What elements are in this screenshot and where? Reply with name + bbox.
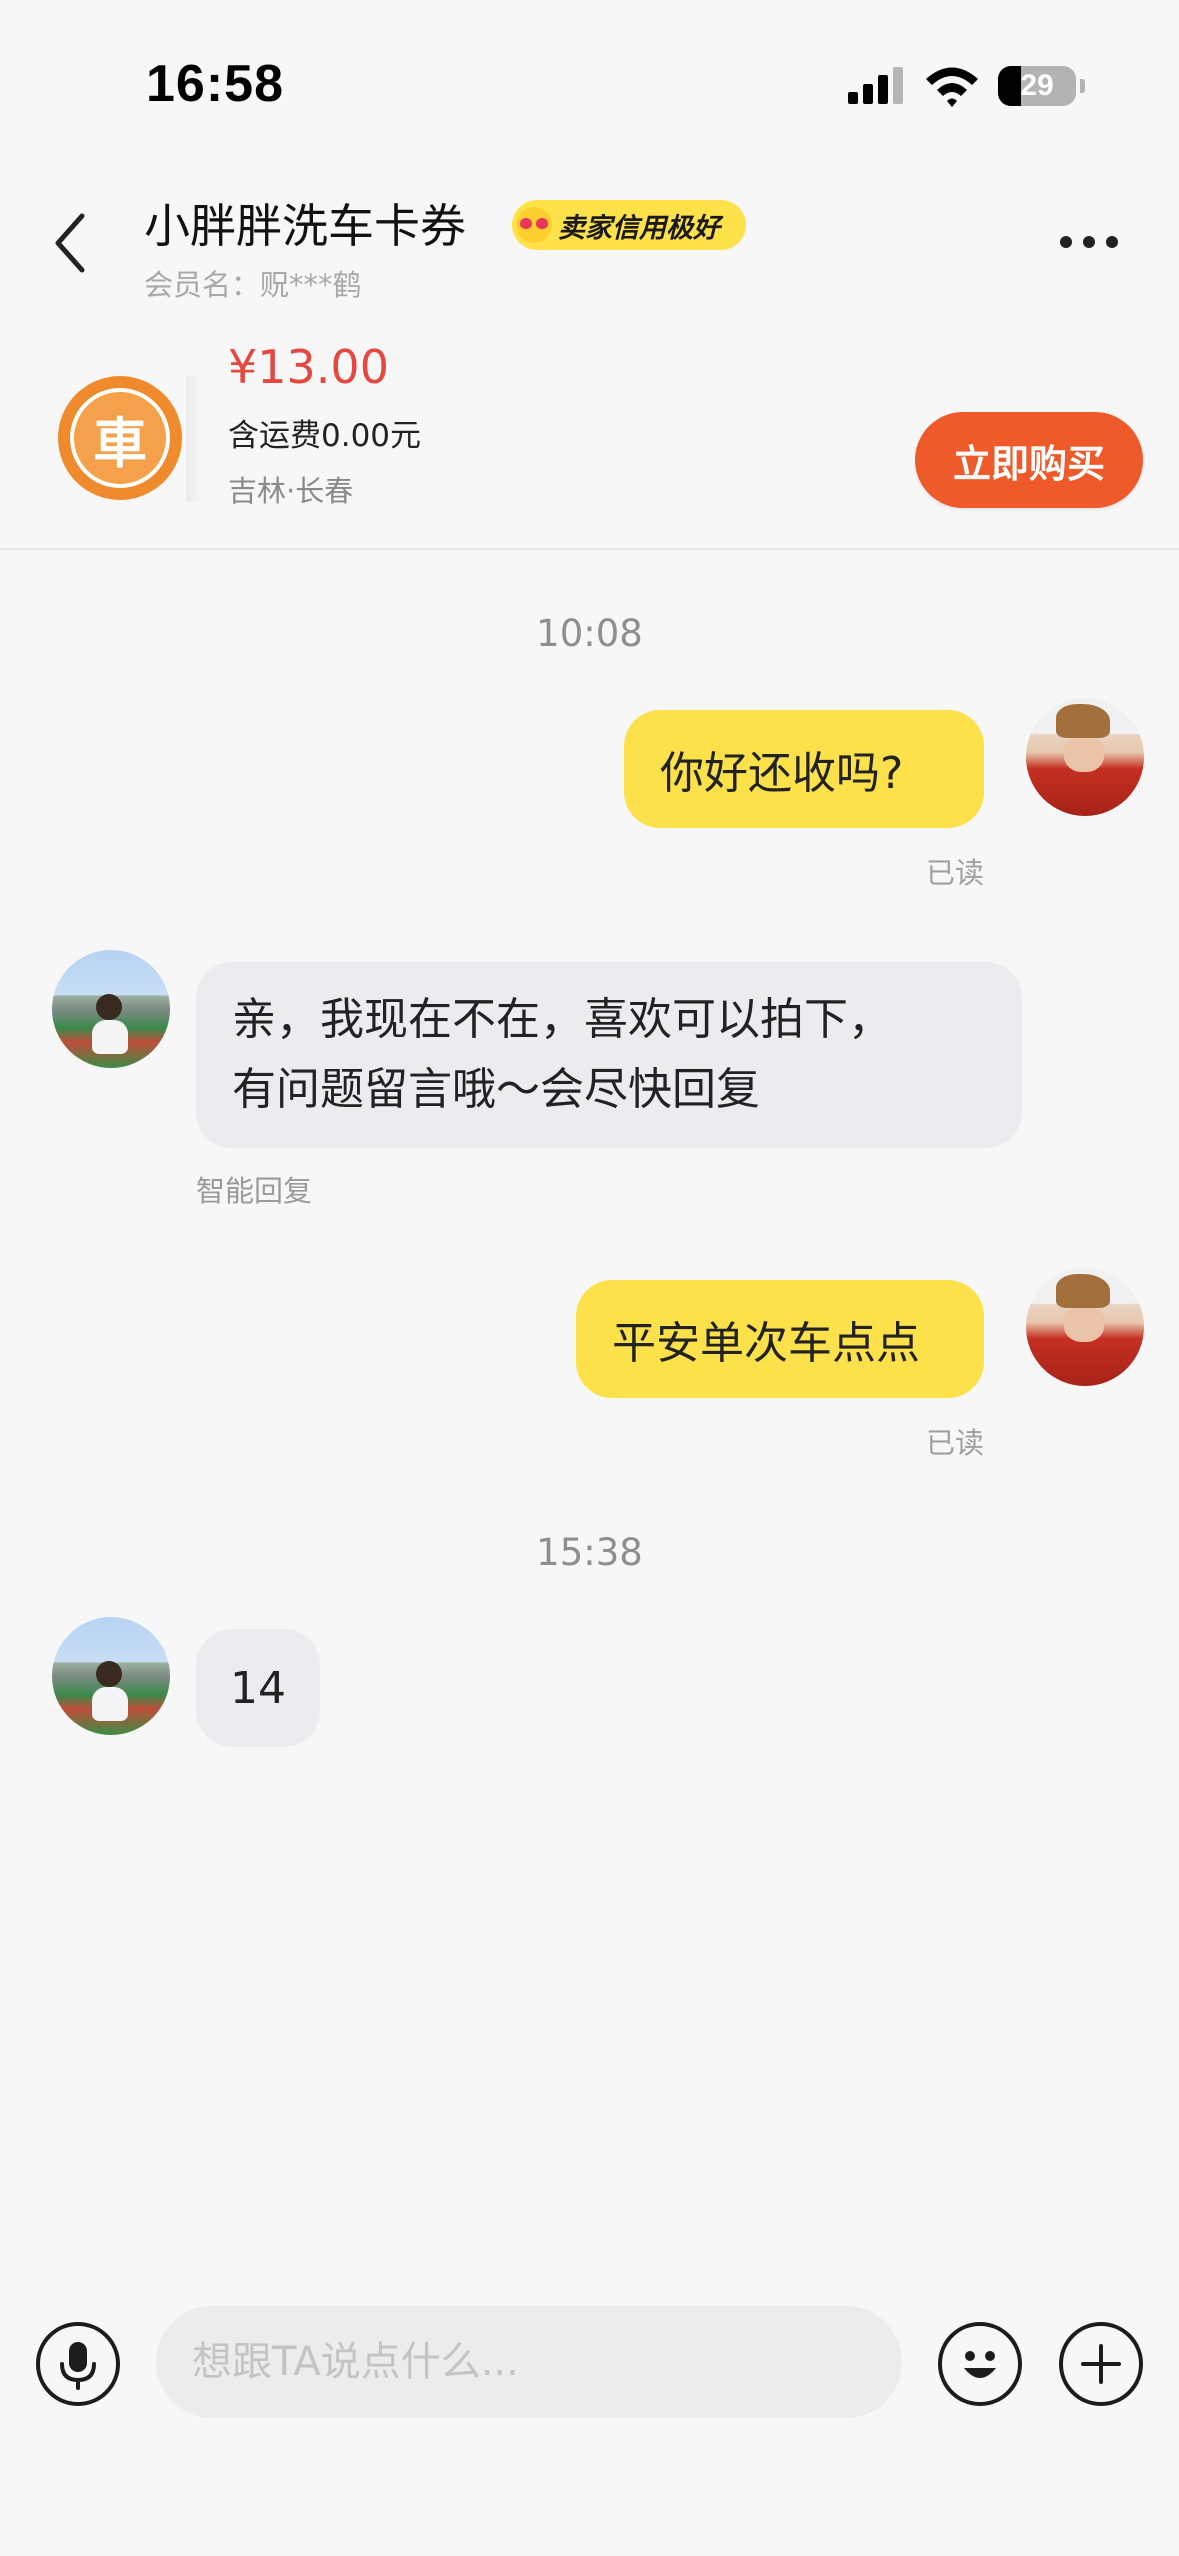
credit-badge: 卖家信用极好 bbox=[512, 200, 746, 250]
more-icon-dot bbox=[1083, 236, 1095, 248]
status-bar: 16:58 29 bbox=[0, 0, 1179, 170]
message-bubble-sent[interactable]: 平安单次车点点 bbox=[576, 1280, 984, 1398]
thumbnail-edge bbox=[186, 376, 202, 502]
seller-title: 小胖胖洗车卡券 bbox=[144, 199, 466, 253]
my-avatar[interactable] bbox=[1026, 698, 1144, 816]
message-text: 你好还收吗? bbox=[660, 748, 904, 799]
back-button[interactable] bbox=[46, 208, 96, 278]
battery-cap bbox=[1080, 79, 1085, 93]
seller-avatar[interactable] bbox=[52, 1617, 170, 1735]
more-button[interactable] bbox=[1060, 222, 1130, 262]
shipping-info: 含运费0.00元 bbox=[228, 418, 422, 454]
credit-badge-label: 卖家信用极好 bbox=[558, 212, 720, 244]
more-icon-dot bbox=[1060, 236, 1072, 248]
heart-eyes-icon bbox=[516, 207, 552, 243]
message-bubble-received[interactable]: 14 bbox=[196, 1629, 320, 1747]
message-text: 14 bbox=[230, 1662, 286, 1714]
emoji-icon bbox=[964, 2351, 996, 2378]
message-input[interactable] bbox=[156, 2306, 902, 2418]
back-icon bbox=[55, 213, 85, 273]
more-icon-dot bbox=[1106, 236, 1118, 248]
battery-icon: 29 bbox=[998, 66, 1076, 106]
read-status: 已读 bbox=[926, 856, 985, 890]
chat-timestamp: 15:38 bbox=[536, 1531, 643, 1574]
plus-icon bbox=[1081, 2344, 1121, 2384]
member-name: 会员名：贶***鹤 bbox=[144, 268, 362, 302]
status-time: 16:58 bbox=[146, 55, 284, 113]
chat-timestamp: 10:08 bbox=[536, 612, 643, 655]
seller-avatar[interactable] bbox=[52, 950, 170, 1068]
message-text: 平安单次车点点 bbox=[612, 1318, 920, 1369]
header-divider bbox=[0, 548, 1179, 550]
smart-reply-label: 智能回复 bbox=[196, 1174, 313, 1208]
voice-button[interactable] bbox=[36, 2322, 120, 2406]
message-bubble-received[interactable]: 亲，我现在不在，喜欢可以拍下， 有问题留言哦～会尽快回复 bbox=[196, 962, 1022, 1148]
product-location: 吉林·长春 bbox=[228, 474, 354, 508]
message-text-line: 亲，我现在不在，喜欢可以拍下， bbox=[232, 994, 892, 1045]
buy-now-button[interactable]: 立即购买 bbox=[915, 412, 1143, 508]
read-status: 已读 bbox=[926, 1426, 985, 1460]
emoji-button[interactable] bbox=[938, 2322, 1022, 2406]
message-text-line: 有问题留言哦～会尽快回复 bbox=[232, 1064, 760, 1115]
wifi-icon bbox=[926, 67, 978, 107]
mic-icon bbox=[60, 2342, 96, 2390]
my-avatar[interactable] bbox=[1026, 1268, 1144, 1386]
car-logo-icon: 車 bbox=[70, 388, 170, 488]
signal-icon bbox=[848, 67, 903, 104]
message-bubble-sent[interactable]: 你好还收吗? bbox=[624, 710, 984, 828]
product-thumbnail[interactable]: 車 bbox=[58, 376, 182, 500]
more-actions-button[interactable] bbox=[1059, 2322, 1143, 2406]
product-price: ¥13.00 bbox=[228, 340, 389, 394]
product-card[interactable]: 車 ¥13.00 含运费0.00元 吉林·长春 立即购买 bbox=[0, 330, 1179, 548]
battery-text: 29 bbox=[1020, 69, 1054, 102]
